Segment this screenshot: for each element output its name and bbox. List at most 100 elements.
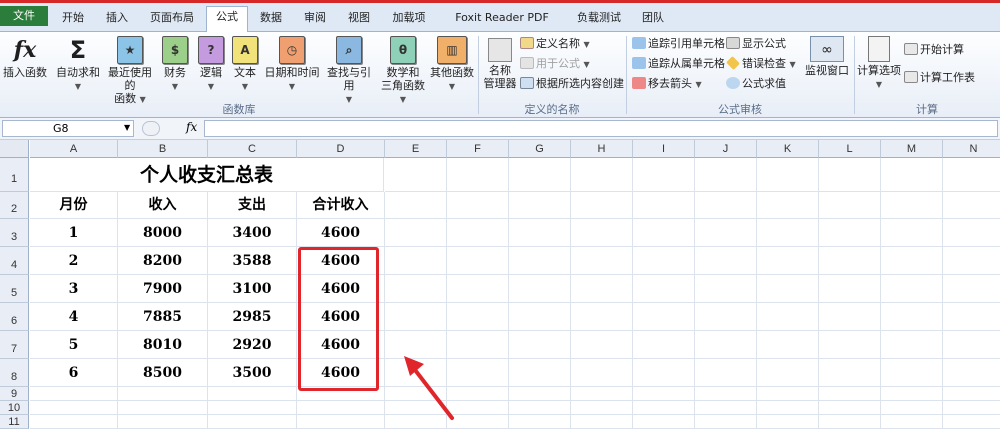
grid-cell[interactable] [509,331,571,359]
use-in-formula-button[interactable]: 用于公式 ▼ [520,56,590,72]
grid-cell[interactable] [881,219,943,247]
row-header-1[interactable]: 1 [0,158,29,192]
data-cell[interactable]: 5 [30,331,118,359]
tab-data[interactable]: 数据 [254,8,288,32]
grid-cell[interactable] [757,192,819,219]
insert-function-button[interactable]: fx 插入函数 [2,36,48,79]
math-trig-button[interactable]: θ 数学和 三角函数 ▼ [378,36,428,106]
grid-cell[interactable] [447,219,509,247]
grid-cell[interactable] [571,247,633,275]
grid-cell[interactable] [943,331,1000,359]
grid-cell[interactable] [819,158,881,192]
grid-cell[interactable] [509,192,571,219]
create-from-selection-button[interactable]: 根据所选内容创建 [520,76,624,92]
grid-cell[interactable] [881,275,943,303]
grid-cell[interactable] [695,303,757,331]
name-box[interactable]: G8 [2,120,134,137]
column-label-cell[interactable]: 月份 [30,192,118,219]
calculate-sheet-button[interactable]: 计算工作表 [904,70,975,86]
grid-cell[interactable] [385,219,447,247]
column-header-n[interactable]: N [943,140,1000,158]
worksheet-grid[interactable]: ABCDEFGHIJKLMN 1 2 3 4 5 6 7 8 9 10 11 月份 收入 支出 合计收入 1… [0,140,1000,430]
grid-cell[interactable] [297,415,385,429]
define-name-button[interactable]: 定义名称 ▼ [520,36,590,52]
grid-cell[interactable] [943,275,1000,303]
column-header-c[interactable]: C [208,140,297,158]
data-cell[interactable]: 2 [30,247,118,275]
grid-cell[interactable] [757,247,819,275]
grid-cell[interactable] [943,192,1000,219]
grid-cell[interactable] [943,387,1000,401]
row-header-8[interactable]: 8 [0,359,29,387]
chevron-down-icon[interactable]: ▼ [124,123,130,132]
formula-input[interactable] [204,120,998,137]
grid-cell[interactable] [695,359,757,387]
trace-precedents-button[interactable]: 追踪引用单元格 [632,36,725,52]
grid-cell[interactable] [633,247,695,275]
financial-button[interactable]: $ 财务 ▼ [162,36,188,93]
grid-cell[interactable] [633,359,695,387]
data-cell[interactable]: 3400 [208,219,297,247]
tab-team[interactable]: 团队 [636,8,670,32]
grid-cell[interactable] [447,275,509,303]
grid-cell[interactable] [819,247,881,275]
data-cell[interactable]: 8010 [118,331,208,359]
formula-bar-cancel-icon[interactable] [142,121,160,136]
grid-cell[interactable] [30,387,118,401]
grid-cell[interactable] [385,158,447,192]
tab-addins[interactable]: 加载项 [386,8,432,32]
grid-cell[interactable] [30,415,118,429]
grid-cell[interactable] [881,247,943,275]
grid-cell[interactable] [695,275,757,303]
grid-cell[interactable] [881,192,943,219]
grid-cell[interactable] [208,401,297,415]
grid-cell[interactable] [297,401,385,415]
grid-cell[interactable] [633,415,695,429]
grid-cell[interactable] [695,219,757,247]
more-functions-button[interactable]: ▥ 其他函数 ▼ [430,36,474,93]
grid-cell[interactable] [943,415,1000,429]
row-header-7[interactable]: 7 [0,331,29,359]
tab-page-layout[interactable]: 页面布局 [144,8,200,32]
grid-cell[interactable] [819,415,881,429]
grid-cell[interactable] [695,247,757,275]
grid-cell[interactable] [695,387,757,401]
grid-cell[interactable] [571,359,633,387]
data-cell[interactable]: 3100 [208,275,297,303]
tab-insert[interactable]: 插入 [100,8,134,32]
grid-cell[interactable] [633,303,695,331]
evaluate-formula-button[interactable]: 公式求值 [726,76,786,92]
grid-cell[interactable] [943,219,1000,247]
grid-cell[interactable] [509,401,571,415]
show-formulas-button[interactable]: 显示公式 [726,36,786,52]
grid-cell[interactable] [208,415,297,429]
column-header-i[interactable]: I [633,140,695,158]
grid-cell[interactable] [385,303,447,331]
recently-used-button[interactable]: ★ 最近使用的 函数 ▼ [104,36,156,106]
grid-cell[interactable] [509,247,571,275]
grid-cell[interactable] [757,387,819,401]
grid-cell[interactable] [633,219,695,247]
tab-formulas[interactable]: 公式 [206,6,248,33]
sheet-title-cell[interactable]: 个人收支汇总表 [30,158,384,192]
grid-cell[interactable] [571,275,633,303]
grid-cell[interactable] [819,275,881,303]
data-cell[interactable]: 8200 [118,247,208,275]
grid-cell[interactable] [695,415,757,429]
tab-foxit-reader-pdf[interactable]: Foxit Reader PDF [442,8,562,32]
data-cell[interactable]: 3500 [208,359,297,387]
column-header-d[interactable]: D [297,140,385,158]
data-cell[interactable]: 4 [30,303,118,331]
grid-cell[interactable] [385,247,447,275]
column-header-a[interactable]: A [30,140,118,158]
grid-cell[interactable] [757,303,819,331]
grid-cell[interactable] [633,331,695,359]
grid-cell[interactable] [571,219,633,247]
grid-cell[interactable] [881,359,943,387]
grid-cell[interactable] [571,303,633,331]
grid-cell[interactable] [819,359,881,387]
tab-file[interactable]: 文件 [0,6,48,26]
grid-cell[interactable] [943,158,1000,192]
grid-cell[interactable] [819,401,881,415]
column-label-cell[interactable]: 支出 [208,192,297,219]
